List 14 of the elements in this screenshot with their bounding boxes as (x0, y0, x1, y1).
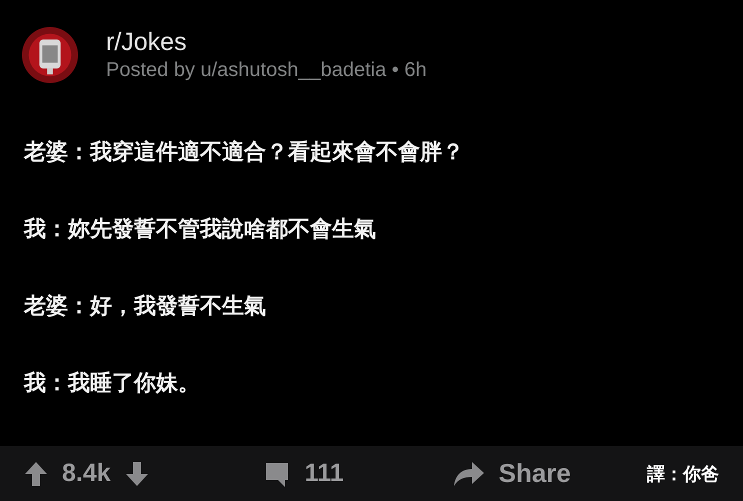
post-text-line: 我：妳先發誓不管我說啥都不會生氣 (24, 215, 377, 243)
comment-count[interactable]: 111 (304, 459, 344, 488)
vote-count: 8.4k (62, 459, 111, 488)
downvote-icon[interactable] (124, 460, 149, 486)
upvote-icon[interactable] (24, 460, 48, 486)
share-icon (452, 460, 485, 486)
translator-credit: 譯：你爸 (647, 462, 719, 486)
post-text-line: 老婆：我穿這件適不適合？看起來會不會胖？ (24, 138, 465, 166)
share-button[interactable]: Share (452, 458, 571, 489)
subreddit-avatar-icon (21, 26, 79, 84)
post-text-line: 老婆：好，我發誓不生氣 (24, 292, 267, 320)
subreddit-name[interactable]: r/Jokes (106, 28, 427, 57)
post-byline: Posted by u/ashutosh__badetia • 6h (106, 59, 427, 82)
post-text-line: 我：我睡了你妹。 (24, 369, 201, 397)
